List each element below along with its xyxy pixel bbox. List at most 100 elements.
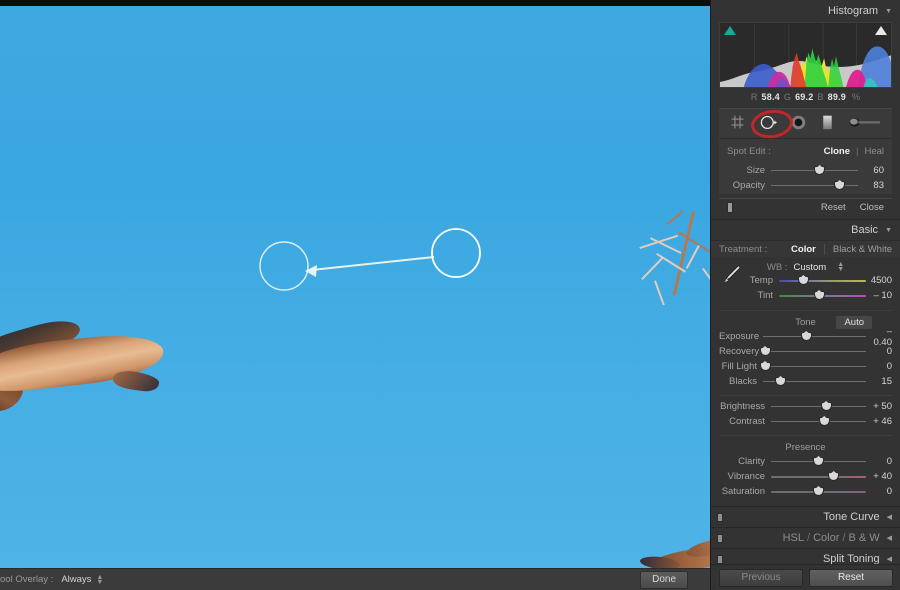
hsl-separator-1: / [807, 532, 811, 544]
contrast-knob[interactable] [819, 418, 829, 425]
recovery-knob[interactable] [760, 348, 770, 355]
hsl-label[interactable]: HSL [783, 532, 804, 544]
clarity-knob[interactable] [814, 458, 823, 465]
vibrance-knob[interactable] [829, 473, 839, 480]
triangle-down-icon[interactable]: ▼ [885, 8, 892, 15]
wb-stepper-icon[interactable]: ▲ ▼ [837, 261, 844, 273]
spot-opacity-value: 83 [873, 180, 884, 191]
contrast-slider[interactable]: Contrast + 46 [711, 415, 900, 428]
brightness-slider[interactable]: Brightness + 50 [711, 400, 900, 413]
done-button[interactable]: Done [640, 570, 688, 589]
auto-tone-button[interactable]: Auto [836, 316, 872, 329]
triangle-left-icon[interactable]: ◀ [887, 555, 892, 563]
wb-value[interactable]: Custom [793, 262, 826, 273]
bw-label[interactable]: B & W [848, 532, 879, 544]
saturation-label: Saturation [721, 486, 765, 497]
treatment-color-option[interactable]: Color [791, 244, 816, 255]
spot-reset-button[interactable]: Reset [821, 202, 846, 213]
spot-close-button[interactable]: Close [860, 202, 884, 213]
exposure-slider[interactable]: Exposure – 0.40 [711, 326, 900, 348]
tint-label: Tint [757, 290, 773, 301]
blacks-value: 15 [881, 376, 892, 387]
brightness-label: Brightness [720, 401, 765, 412]
fill-light-knob[interactable] [760, 363, 770, 370]
rgb-unit: % [851, 92, 861, 102]
saturation-slider[interactable]: Saturation 0 [711, 485, 900, 498]
spot-destination-circle[interactable] [259, 241, 309, 291]
stepper-icon[interactable]: ▲ ▼ [96, 574, 103, 586]
treatment-bw-option[interactable]: Black & White [833, 244, 892, 255]
clarity-slider[interactable]: Clarity 0 [711, 455, 900, 468]
histogram-graph[interactable] [719, 22, 892, 88]
rgb-b-value: 89.9 [827, 92, 846, 102]
eyedropper-icon[interactable] [721, 263, 743, 285]
exposure-label: Exposure [719, 331, 760, 342]
panel-tone-curve[interactable]: Tone Curve ◀ [711, 506, 900, 527]
highlight-clipping-indicator[interactable] [875, 26, 887, 35]
tint-slider[interactable]: Tint – 10 [711, 289, 900, 302]
blacks-knob[interactable] [776, 378, 785, 385]
spot-size-slider[interactable]: Size 60 [719, 164, 892, 177]
histogram-canvas [720, 23, 891, 87]
brightness-knob[interactable] [821, 403, 831, 410]
panel-switch-icon[interactable] [717, 534, 723, 543]
treatment-row[interactable]: Treatment : Color Black & White [711, 240, 900, 257]
shadow-clipping-indicator[interactable] [724, 26, 736, 35]
temp-value: 4500 [870, 275, 892, 286]
spot-removal-tool[interactable] [758, 114, 778, 134]
spot-size-value: 60 [873, 165, 884, 176]
brightness-value: + 50 [873, 401, 892, 412]
basic-panel-header[interactable]: Basic ▼ [711, 219, 900, 240]
spot-connector-arrow [311, 256, 435, 271]
presence-title: Presence [785, 442, 826, 453]
spot-opacity-slider[interactable]: Opacity 83 [719, 179, 892, 192]
spot-size-knob[interactable] [815, 167, 825, 174]
tint-value: – 10 [873, 290, 893, 301]
spot-source-circle[interactable] [431, 228, 481, 278]
tone-subheader: Tone Auto [711, 315, 900, 330]
rgb-r-value: 58.4 [761, 92, 780, 102]
panel-hsl-color-bw[interactable]: HSL / Color / B & W ◀ [711, 527, 900, 548]
adjustment-brush-tool[interactable] [848, 114, 882, 134]
panel-switch-icon[interactable] [717, 513, 723, 522]
tool-overlay-value[interactable]: Always [61, 574, 91, 585]
spot-opacity-knob[interactable] [835, 182, 845, 189]
triangle-left-icon[interactable]: ◀ [887, 534, 892, 542]
divider [719, 395, 892, 396]
reset-button[interactable]: Reset [809, 568, 893, 587]
triangle-left-icon[interactable]: ◀ [887, 513, 892, 521]
rgb-b-label: B [817, 92, 824, 102]
clarity-value: 0 [886, 456, 892, 467]
saturation-knob[interactable] [814, 488, 823, 495]
spot-edit-header: Spot Edit : Clone | Heal [719, 143, 892, 159]
spot-mode-heal[interactable]: Heal [864, 146, 884, 157]
photo-canvas[interactable] [0, 6, 710, 568]
exposure-knob[interactable] [801, 333, 811, 340]
blacks-slider[interactable]: Blacks 15 [711, 375, 900, 388]
crop-overlay-tool[interactable] [729, 114, 746, 134]
triangle-down-icon[interactable]: ▼ [885, 227, 892, 234]
temp-knob[interactable] [798, 277, 808, 284]
white-balance-block: WB : Custom ▲ ▼ Temp 4500 Tint – 10 [711, 257, 900, 306]
contrast-label: Contrast [729, 416, 765, 427]
tool-strip[interactable] [719, 107, 892, 141]
fill-light-slider[interactable]: Fill Light 0 [711, 360, 900, 373]
recovery-slider[interactable]: Recovery 0 [711, 345, 900, 358]
rgb-g-label: G [783, 92, 792, 102]
image-toolbar[interactable]: ool Overlay : Always ▲ ▼ Done [0, 568, 710, 590]
graduated-filter-tool[interactable] [819, 114, 836, 134]
image-viewer[interactable] [0, 0, 710, 568]
color-label[interactable]: Color [813, 532, 839, 544]
histogram-panel-header[interactable]: Histogram ▼ [711, 0, 900, 22]
vibrance-label: Vibrance [727, 471, 765, 482]
vibrance-slider[interactable]: Vibrance + 40 [711, 470, 900, 483]
previous-button[interactable]: Previous [719, 568, 803, 587]
panel-switch-icon[interactable] [727, 201, 733, 213]
spot-mode-separator: | [855, 145, 859, 157]
tone-title: Tone [795, 317, 816, 328]
spot-mode-clone[interactable]: Clone [824, 146, 850, 157]
divider [719, 435, 892, 436]
panel-switch-icon[interactable] [717, 555, 723, 564]
tint-knob[interactable] [814, 292, 824, 299]
red-eye-correction-tool[interactable] [790, 114, 807, 134]
